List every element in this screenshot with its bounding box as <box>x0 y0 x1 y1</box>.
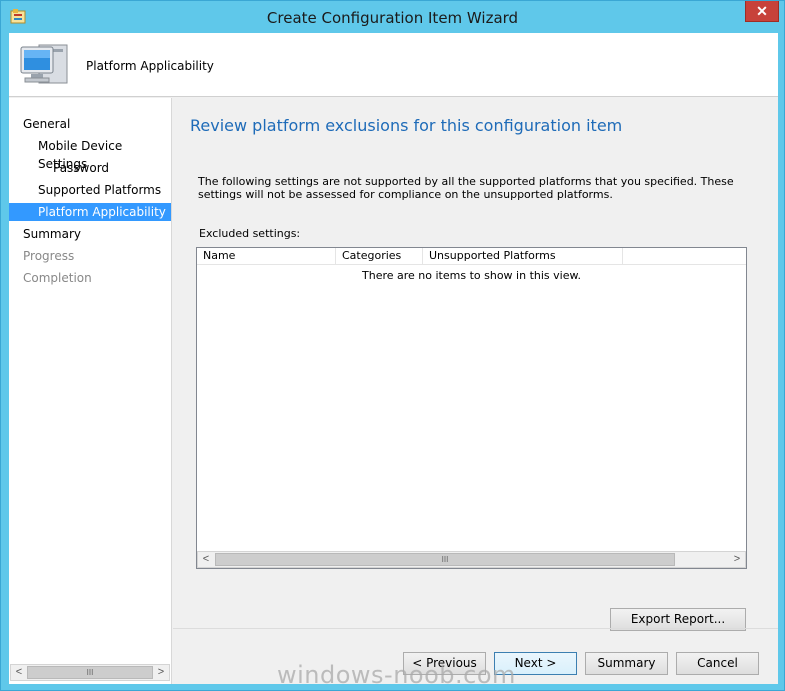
scroll-left-icon[interactable]: < <box>11 665 27 680</box>
description-text: The following settings are not supported… <box>198 175 734 201</box>
window-title: Create Configuration Item Wizard <box>266 9 519 27</box>
cancel-button[interactable]: Cancel <box>676 652 759 675</box>
wizard-window: Create Configuration Item Wizard ✕ Platf… <box>0 0 785 691</box>
column-header-unsupported-platforms[interactable]: Unsupported Platforms <box>423 248 623 265</box>
nav-item-platform-applicability[interactable]: Platform Applicability <box>9 203 171 221</box>
footer-divider <box>173 628 778 629</box>
list-header: Name Categories Unsupported Platforms <box>197 248 746 265</box>
wizard-nav: General Mobile Device Settings Password … <box>9 98 172 684</box>
computer-icon <box>20 44 68 84</box>
nav-item-general[interactable]: General <box>9 115 171 133</box>
empty-list-message: There are no items to show in this view. <box>362 269 581 282</box>
column-header-categories[interactable]: Categories <box>336 248 423 265</box>
nav-item-password[interactable]: Password <box>9 159 171 177</box>
nav-horizontal-scrollbar[interactable]: < III > <box>10 664 170 681</box>
nav-item-supported-platforms[interactable]: Supported Platforms <box>9 181 171 199</box>
scroll-thumb[interactable]: III <box>27 666 153 679</box>
summary-button[interactable]: Summary <box>585 652 668 675</box>
scroll-right-icon[interactable]: > <box>729 552 745 567</box>
scroll-right-icon[interactable]: > <box>153 665 169 680</box>
wizard-header: Platform Applicability <box>9 33 778 97</box>
wizard-content: Review platform exclusions for this conf… <box>173 98 778 684</box>
nav-item-progress: Progress <box>23 249 75 263</box>
watermark-text: windows-noob.com <box>277 661 516 689</box>
wizard-client-area: Platform Applicability General Mobile De… <box>9 33 778 684</box>
nav-item-summary[interactable]: Summary <box>9 225 171 243</box>
title-bar[interactable]: Create Configuration Item Wizard ✕ <box>1 1 784 33</box>
page-title: Platform Applicability <box>86 59 214 73</box>
excluded-settings-list[interactable]: Name Categories Unsupported Platforms Th… <box>196 247 747 569</box>
scroll-left-icon[interactable]: < <box>198 552 214 567</box>
close-button[interactable]: ✕ <box>745 1 779 22</box>
content-heading: Review platform exclusions for this conf… <box>190 116 623 135</box>
scroll-thumb[interactable]: III <box>215 553 675 566</box>
nav-item-mobile-device-settings[interactable]: Mobile Device Settings <box>9 137 171 171</box>
excluded-settings-label: Excluded settings: <box>199 227 301 240</box>
nav-item-completion: Completion <box>23 271 92 285</box>
list-horizontal-scrollbar[interactable]: < III > <box>197 551 746 568</box>
column-header-name[interactable]: Name <box>197 248 336 265</box>
